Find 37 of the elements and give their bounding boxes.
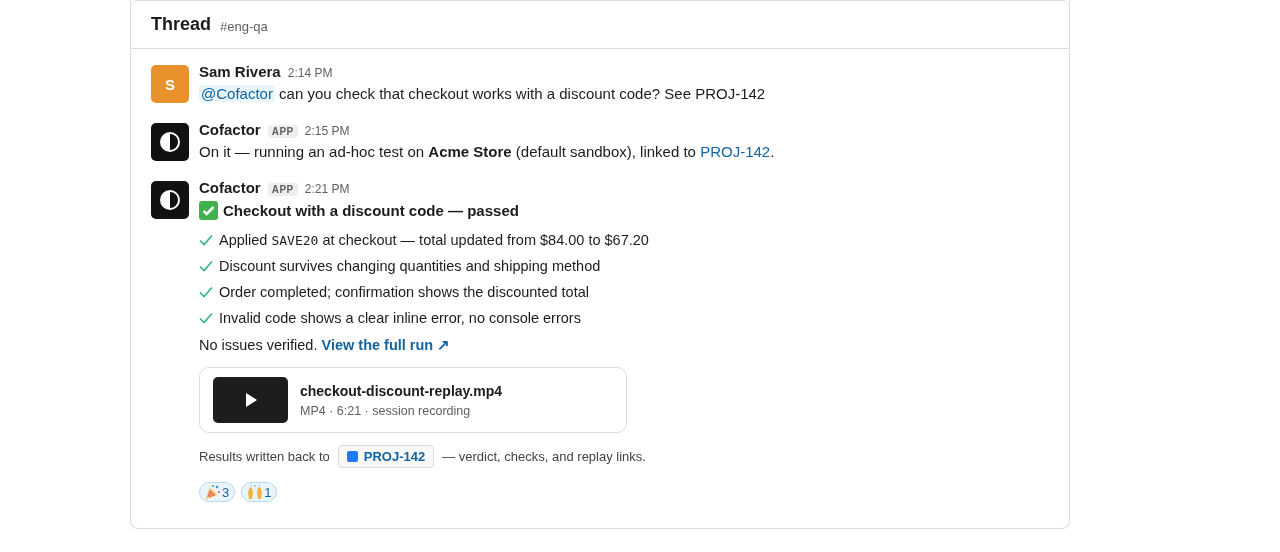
channel-name[interactable]: #eng-qa — [220, 18, 268, 34]
check-item: Discount survives changing quantities and shipping method — [219, 258, 601, 274]
file-name: checkout-discount-replay.mp4 — [300, 382, 502, 399]
file-meta: MP4 · 6:21 · session recording — [300, 403, 472, 418]
writeback-text: — verdict, checks, and replay links. — [442, 449, 646, 464]
thread-title: Thread — [151, 14, 211, 35]
timestamp: 2:15 PM — [304, 124, 350, 138]
video-attachment[interactable]: checkout-discount-replay.mp4 MP4 · 6:21 · session recording — [199, 367, 627, 433]
summary-text: No issues verified. — [199, 337, 319, 353]
full-run-link[interactable]: View the full run ↗ — [321, 337, 451, 353]
reaction-button[interactable]: 3 — [199, 482, 236, 502]
writeback-text: Results written back to — [199, 449, 330, 464]
check-icon — [199, 286, 213, 298]
mention-link[interactable]: @Cofactor — [199, 85, 275, 102]
contrast-logo-icon — [151, 123, 189, 161]
check-item: Invalid code shows a clear inline error, no console errors — [219, 310, 581, 326]
check-item: Applied SAVE20 at checkout — total updated from $84.00 to $67.20 — [219, 232, 649, 248]
author-name[interactable]: Sam Rivera — [199, 63, 281, 80]
ticket-chip[interactable]: PROJ-142 — [337, 445, 435, 468]
contrast-logo-icon — [151, 181, 189, 219]
check-icon — [199, 234, 213, 246]
result-title: Checkout with a discount code — passed — [223, 201, 519, 219]
app-tag: APP — [267, 125, 298, 138]
party-popper-icon — [205, 484, 221, 500]
check-item: Order completed; confirmation shows the discounted total — [219, 284, 589, 300]
message-text: On it — running an ad-hoc test on Acme Store (default sandbox), linked to PROJ-142. — [199, 142, 776, 162]
video-thumbnail[interactable] — [213, 377, 288, 423]
raised-hands-icon — [247, 484, 264, 500]
check-icon — [199, 312, 213, 324]
author-name[interactable]: Cofactor — [199, 121, 261, 138]
timestamp: 2:14 PM — [287, 66, 333, 80]
author-name[interactable]: Cofactor — [199, 179, 261, 196]
check-icon — [199, 260, 213, 272]
reaction-button[interactable]: 1 — [241, 482, 278, 502]
app-tag: APP — [267, 183, 298, 196]
timestamp: 2:21 PM — [304, 182, 350, 196]
message-text: @Cofactor can you check that checkout works with a discount code? See PROJ-142 — [199, 84, 767, 104]
